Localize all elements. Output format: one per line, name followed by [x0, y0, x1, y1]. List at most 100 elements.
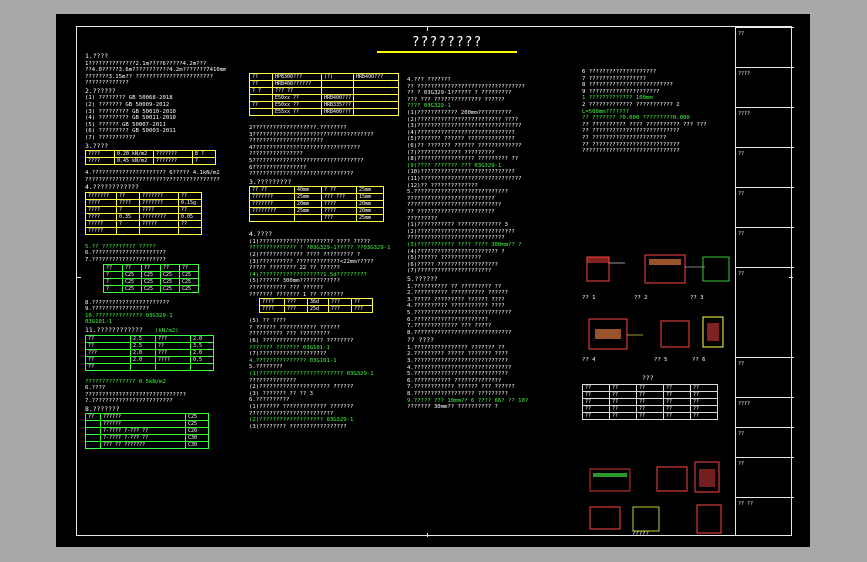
table-cell	[249, 108, 273, 116]
note-line: 5.????????	[249, 364, 283, 371]
note-line: ??? ??? ?????????????? ??????	[407, 96, 505, 103]
table-cell	[85, 441, 101, 450]
section-heading: 5.??????	[407, 276, 438, 282]
table-cell: ?	[116, 219, 140, 228]
title-block-label: ?? ??	[738, 501, 754, 507]
note-line: (3) ??????? ?? ?? 3	[249, 390, 313, 397]
note-line: 03G101-1	[85, 319, 112, 326]
table-cell: 0.45 kN/m2	[114, 157, 154, 166]
note-line: ?? ??????????????????????????	[582, 128, 680, 135]
title-block-row: ????	[736, 67, 794, 77]
section-heading: 1.????	[85, 53, 109, 59]
note-line: (1)?????????????????????? ???? ?????	[249, 238, 371, 245]
table-cell	[130, 362, 156, 371]
note-line: 4????????????????????????????????	[249, 144, 361, 151]
note-line: L=500mm???????	[582, 108, 630, 115]
table-row: ??????? 25mm??? ??? 15mm	[249, 193, 384, 202]
note-line: ??????? ??????? 03G101-1	[249, 344, 330, 351]
table-row: ??????????????? 0.15g	[85, 198, 202, 207]
table-cell: ????	[116, 198, 140, 207]
data-table: ?? 2.5??? 2.0?? 2.5?? 3.5??? 2.0??? 2.0?? 2.0??…	[85, 334, 214, 371]
note-line: (7)????????????? ?????????	[407, 149, 495, 156]
note-line: (2)????????????????????????? ????	[407, 116, 519, 123]
note-line: 8.???????????????????????	[85, 299, 170, 306]
title-block-row: ??	[736, 147, 794, 157]
table-cell: C30	[185, 434, 209, 443]
table-cell	[249, 94, 273, 102]
detail-figures	[586, 254, 730, 534]
note-line: 3.????????????????????????????	[407, 358, 509, 364]
section-heading: 8.???????	[85, 405, 120, 412]
table-cell: 0.5	[190, 355, 214, 364]
table-row: ? C25 C25 C25 C25	[103, 284, 199, 293]
table-row: ??? ?? ??????? C30	[85, 441, 209, 450]
table-row: ???????????	[85, 205, 202, 214]
note-line: (2) ??????? GB 50009-2012	[85, 102, 170, 108]
note-line: ????????????????	[249, 151, 303, 158]
table-row: ?????	[85, 226, 202, 235]
table-row: ?????? C25	[85, 420, 209, 429]
table-cell: HRB400???	[320, 108, 355, 116]
table-cell: HRB400???	[353, 73, 399, 81]
note-line: ??????????? ??? ??????	[249, 285, 324, 291]
table-cell: ??	[249, 101, 273, 109]
table-cell: HRB400???	[320, 94, 355, 102]
table-cell: ??	[155, 341, 191, 350]
table-cell: E50xx ??	[271, 101, 322, 109]
table-cell	[155, 362, 191, 371]
table-cell: ??	[178, 219, 202, 228]
table-cell: ??? ??	[271, 87, 322, 95]
table-row: ?? 2.5?? 3.5	[85, 341, 214, 350]
table-cell: C25	[122, 277, 142, 286]
table-cell: ????	[155, 355, 191, 364]
table-row: ?? E50xx ?? HRB335???	[249, 101, 399, 109]
note-line: 6.??????????????????????	[407, 316, 488, 323]
table-cell	[249, 214, 295, 223]
note-line: (4) ????????? GB 50011-2010	[85, 115, 176, 122]
table-row: ??????? 20mm???? 20mm	[249, 200, 384, 209]
note-line: (3) ????????? GB 50010-2010	[85, 108, 176, 115]
table-cell: C25	[141, 277, 161, 286]
note-line: ?? ??????????????????????	[582, 135, 667, 141]
drawing-sheet: ???????? 1.???? 1??????????????2.1m????6?…	[76, 26, 794, 537]
data-table: ????????????????????????????????? 0.15g??…	[85, 191, 202, 235]
data-table: ?? HPB300??? (?) HRB400????? HRB400??????? ?…	[249, 73, 399, 116]
title-block-row: ??	[736, 27, 794, 37]
table-cell: C30	[185, 441, 209, 450]
note-line: 6 ????????????????????	[582, 69, 657, 75]
table-cell: ?????	[139, 219, 179, 228]
table-cell	[353, 80, 399, 88]
table-cell: HRB335???	[320, 101, 355, 109]
table-cell: ???	[321, 214, 357, 223]
note-line: 4.?????????????????????? 6????? 4.1kN/m2	[85, 170, 220, 177]
data-table: ??????????? C25 C25 C25 C25? C25 C25 C25 C25? C25…	[103, 263, 199, 293]
table-cell: ???????	[139, 198, 179, 207]
table-cell: C25	[185, 413, 209, 422]
note-line: ?????????	[407, 215, 438, 222]
table-cell: ??	[116, 191, 140, 200]
table-cell: ??	[85, 341, 131, 350]
note-line: (7)????????????????????	[249, 351, 327, 358]
table-cell: 40mm	[294, 186, 322, 195]
table-row: ??	[85, 362, 214, 371]
table-cell	[353, 94, 399, 102]
note-line: ???????????????????????????????	[249, 171, 354, 178]
note-line: (5)?????? 300mm????????????	[249, 278, 340, 285]
title-block-label: ??	[738, 271, 745, 277]
drawing-viewport: ???????? 1.???? 1??????????????2.1m????6?…	[56, 14, 810, 547]
table-cell: ???????	[249, 193, 295, 202]
table-cell: ??	[351, 298, 373, 307]
note-line: (5) ?????? GB 50007-2011	[85, 121, 166, 128]
table-cell: ??	[179, 263, 199, 272]
table-cell: HPB300???	[271, 73, 322, 81]
table-cell: ?? ??	[249, 186, 295, 195]
data-table: ?? ?? 40mm? ?? 25mm??????? 25mm??? ??? 15mm?…	[249, 186, 384, 223]
table-cell: ? ??	[321, 186, 357, 195]
note-line: 5.????????????????????????????	[407, 371, 509, 378]
title-block-label: ??	[738, 191, 745, 197]
table-cell: ?-???? ?-??? ??	[100, 434, 186, 443]
note-line: ?????????? ??? ?????????	[249, 331, 330, 338]
table-cell: ??????	[100, 420, 186, 429]
table-cell: 2.0	[130, 355, 156, 364]
table-cell: C25	[160, 284, 180, 293]
